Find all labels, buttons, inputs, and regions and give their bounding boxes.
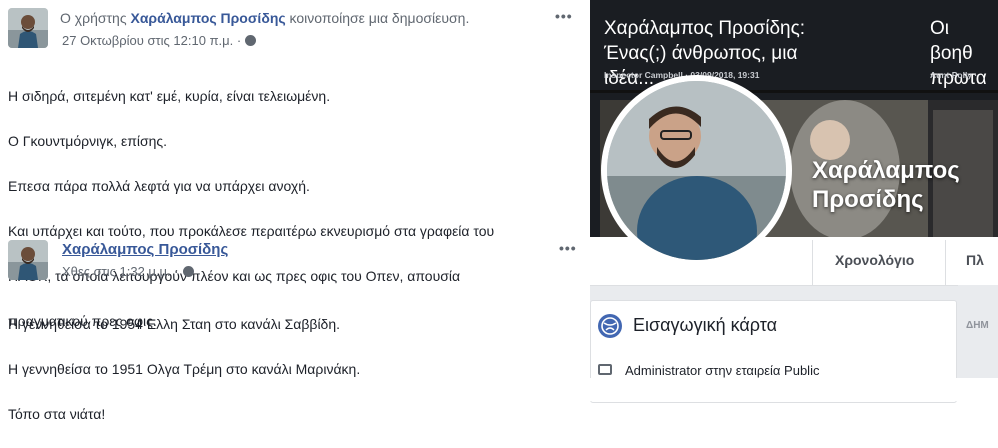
tab-divider — [945, 240, 946, 286]
post-line: Και υπάρχει και τούτο, που προκάλεσε περ… — [8, 222, 495, 239]
post-timestamp[interactable]: Χθες στις 1:32 μ.μ. · — [62, 264, 179, 279]
intro-item-work[interactable]: Administrator στην εταιρεία Public — [625, 363, 819, 378]
globe-icon — [245, 35, 257, 47]
post-timestamp-row: Χθες στις 1:32 μ.μ. · — [62, 264, 194, 279]
post-header-prefix: Ο χρήστης — [60, 10, 127, 26]
tab-timeline[interactable]: Χρονολόγιο — [835, 252, 914, 268]
globe-icon — [598, 314, 622, 338]
avatar-photo — [8, 8, 48, 48]
avatar[interactable] — [8, 240, 48, 280]
post-header: Ο χρήστης Χαράλαμπος Προσίδης κοινοποίησ… — [60, 9, 469, 27]
side-label: ΔΗΜ — [966, 320, 989, 331]
profile-photo — [607, 81, 786, 260]
post-timestamp[interactable]: 27 Οκτωβρίου στις 12:10 π.μ. · — [62, 33, 241, 48]
post-timestamp-row: 27 Οκτωβρίου στις 12:10 π.μ. · — [62, 33, 257, 48]
news-card-meta: Aunt Polly · — [930, 70, 978, 80]
author-link[interactable]: Χαράλαμπος Προσίδης — [130, 10, 285, 26]
post-body: Η γεννηθείσα το 1954 Ελλη Σταη στο κανάλ… — [8, 290, 568, 448]
briefcase-icon — [598, 364, 612, 375]
post-line: Τόπο στα νιάτα! — [8, 405, 106, 422]
author-link[interactable]: Χαράλαμπος Προσίδης — [62, 241, 228, 258]
profile-name[interactable]: Χαράλαμπος Προσίδης — [812, 156, 992, 214]
avatar-photo — [8, 240, 48, 280]
bottom-crop — [590, 378, 998, 401]
post-line: Η γεννηθείσα το 1954 Ελλη Σταη στο κανάλ… — [8, 315, 341, 332]
more-options-button[interactable]: ••• — [559, 240, 577, 256]
post-line: Η γεννηθείσα το 1951 Ολγα Τρέμη στο κανά… — [8, 360, 361, 377]
more-options-button[interactable]: ••• — [555, 8, 573, 24]
intro-card-title: Εισαγωγική κάρτα — [633, 315, 778, 335]
post-line: Η σιδηρά, σιτεμένη κατ' εμέ, κυρία, είνα… — [8, 87, 331, 104]
profile-picture[interactable] — [607, 81, 786, 260]
post-line: Επεσα πάρα πολλά λεφτά για να υπάρχει αν… — [8, 177, 310, 194]
post-line: Ο Γκουντμόρνιγκ, επίσης. — [8, 132, 168, 149]
tab-divider — [812, 240, 813, 286]
avatar[interactable] — [8, 8, 48, 48]
globe-icon — [182, 266, 194, 278]
tab-more[interactable]: Πλ — [966, 252, 984, 268]
post-header-suffix: κοινοποίησε μια δημοσίευση. — [289, 10, 470, 26]
